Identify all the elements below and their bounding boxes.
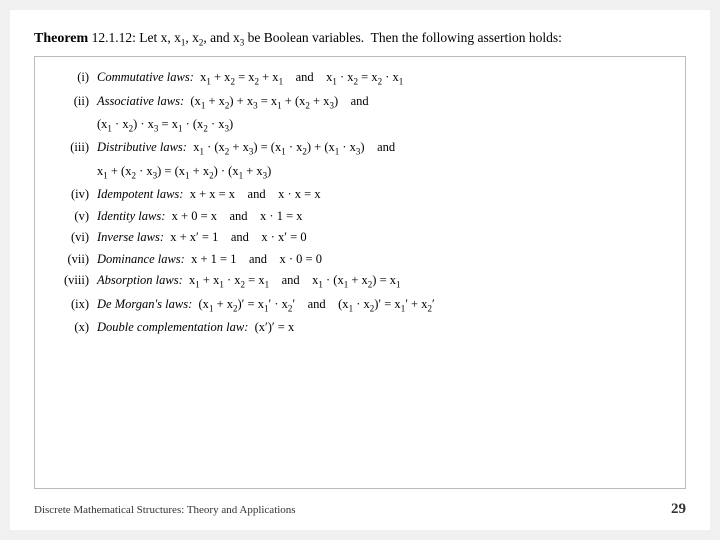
item-text: Idempotent laws: x + x = x and x · x = x (97, 184, 669, 205)
item-text: De Morgan's laws: (x1 + x2)′ = x1′ · x2′… (97, 294, 669, 316)
item-num: (iv) (51, 184, 97, 205)
item-num: (ii) (51, 91, 97, 112)
item-num: (ix) (51, 294, 97, 315)
page: Theorem 12.1.12: Let x, x1, x2, and x3 b… (10, 10, 710, 530)
content-box: (i) Commutative laws: x1 + x2 = x2 + x1 … (34, 56, 686, 489)
item-num: (i) (51, 67, 97, 88)
item-text: Absorption laws: x1 + x1 · x2 = x1 and x… (97, 270, 669, 292)
item-num: (x) (51, 317, 97, 338)
item-text: Commutative laws: x1 + x2 = x2 + x1 and … (97, 67, 669, 89)
list-item-continuation: (x1 · x2) · x3 = x1 · (x2 · x3) (51, 114, 669, 136)
item-text: Inverse laws: x + x′ = 1 and x · x′ = 0 (97, 227, 669, 248)
item-text: Dominance laws: x + 1 = 1 and x · 0 = 0 (97, 249, 669, 270)
list-item-continuation: x1 + (x2 · x3) = (x1 + x2) · (x1 + x3) (51, 161, 669, 183)
item-text: Double complementation law: (x′)′ = x (97, 317, 669, 338)
theorem-number: 12.1.12: (92, 30, 140, 45)
list-item: (viii) Absorption laws: x1 + x1 · x2 = x… (51, 270, 669, 292)
item-num: (viii) (51, 270, 97, 291)
list-item: (vi) Inverse laws: x + x′ = 1 and x · x′… (51, 227, 669, 248)
list-item: (i) Commutative laws: x1 + x2 = x2 + x1 … (51, 67, 669, 89)
item-text: Associative laws: (x1 + x2) + x3 = x1 + … (97, 91, 669, 113)
item-num: (iii) (51, 137, 97, 158)
page-number: 29 (671, 501, 686, 518)
item-num: (vi) (51, 227, 97, 248)
theorem-intro: Let x, x1, x2, and x3 be Boolean variabl… (139, 30, 562, 45)
list-item: (ix) De Morgan's laws: (x1 + x2)′ = x1′ … (51, 294, 669, 316)
list-item: (x) Double complementation law: (x′)′ = … (51, 317, 669, 338)
theorem-header: Theorem 12.1.12: Let x, x1, x2, and x3 b… (34, 28, 686, 50)
list-item: (iv) Idempotent laws: x + x = x and x · … (51, 184, 669, 205)
list-item: (iii) Distributive laws: x1 · (x2 + x3) … (51, 137, 669, 159)
item-text: Distributive laws: x1 · (x2 + x3) = (x1 … (97, 137, 669, 159)
item-num: (v) (51, 206, 97, 227)
item-text: Identity laws: x + 0 = x and x · 1 = x (97, 206, 669, 227)
list-item: (v) Identity laws: x + 0 = x and x · 1 =… (51, 206, 669, 227)
list-item: (vii) Dominance laws: x + 1 = 1 and x · … (51, 249, 669, 270)
list-item: (ii) Associative laws: (x1 + x2) + x3 = … (51, 91, 669, 113)
theorem-label: Theorem (34, 31, 88, 46)
item-num: (vii) (51, 249, 97, 270)
footer: Discrete Mathematical Structures: Theory… (34, 497, 686, 518)
footer-title: Discrete Mathematical Structures: Theory… (34, 504, 296, 516)
